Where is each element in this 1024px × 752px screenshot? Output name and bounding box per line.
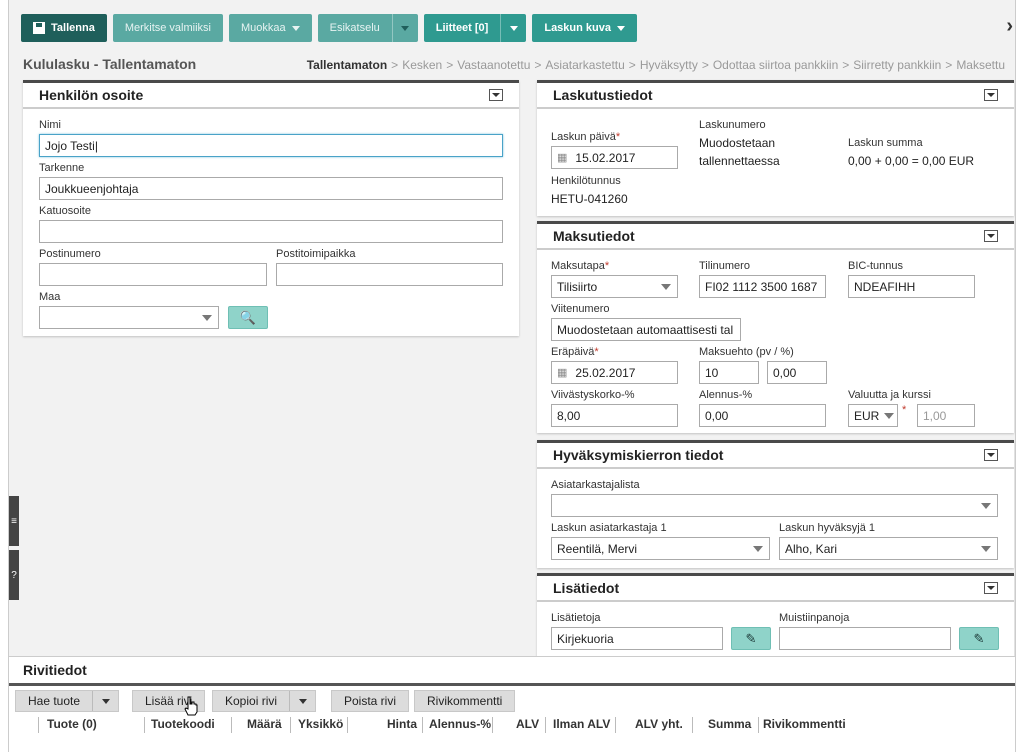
help-side-tab[interactable]: ? [9, 550, 19, 600]
chevron-down-icon [616, 25, 625, 31]
terms-percent-field[interactable]: 0,00 [767, 361, 827, 384]
zip-field[interactable] [39, 263, 267, 286]
column-header: Hinta [387, 717, 417, 731]
currency-select[interactable]: EUR [848, 404, 898, 427]
terms-days-field[interactable]: 10 [699, 361, 759, 384]
payment-panel: Maksutiedot Maksutapa* Tilisiirto Tilinu… [537, 221, 1014, 433]
pencil-icon: ✎ [745, 630, 757, 646]
floppy-icon [33, 22, 45, 34]
reference-field[interactable]: Muodostetaan automaattisesti tal [551, 318, 741, 341]
column-header: Tuotekoodi [151, 717, 215, 731]
panel-title: Henkilön osoite [39, 87, 144, 103]
hand-cursor-icon [184, 696, 198, 716]
page-title: Kululasku - Tallentamaton [23, 56, 197, 72]
calendar-icon: ▦ [557, 367, 568, 379]
search-button[interactable]: 🔍 [228, 306, 268, 329]
column-header: Tuote (0) [47, 717, 97, 731]
payment-method-select[interactable]: Tilisiirto [551, 275, 678, 298]
bic-field[interactable]: NDEAFIHH [848, 275, 975, 298]
toolbar: Tallenna Merkitse valmiiksi Muokkaa Esik… [21, 14, 637, 42]
hamburger-icon: ≡ [11, 515, 17, 527]
extra-info-panel: Lisätiedot Lisätietoja Kirjekuoria ✎ Mui… [537, 573, 1014, 663]
edit-info-button[interactable]: ✎ [731, 627, 771, 650]
calendar-icon: ▦ [557, 152, 568, 164]
due-date-field[interactable]: ▦ 25.02.2017 [551, 361, 678, 384]
edit-notes-button[interactable]: ✎ [959, 627, 999, 650]
attachments-dropdown[interactable] [500, 14, 526, 42]
collapse-icon[interactable] [984, 89, 998, 101]
collapse-icon[interactable] [984, 582, 998, 594]
invoice-date-field[interactable]: ▦ 15.02.2017 [551, 146, 678, 169]
column-header: Alennus-% [429, 717, 492, 731]
specifier-field[interactable]: Joukkueenjohtaja [39, 177, 503, 200]
save-button[interactable]: Tallenna [21, 14, 107, 42]
billing-panel: Laskutustiedot Laskun päivä* ▦ 15.02.2017… [537, 80, 1014, 216]
interest-field[interactable]: 8,00 [551, 404, 678, 427]
street-field[interactable] [39, 220, 503, 243]
column-header: Määrä [247, 717, 282, 731]
notes-field[interactable] [779, 627, 951, 650]
invoice-image-button[interactable]: Laskun kuva [532, 14, 637, 42]
column-header: Yksikkö [298, 717, 344, 731]
delete-row-button[interactable]: Poista rivi [331, 690, 410, 712]
search-icon: 🔍 [239, 309, 257, 325]
breadcrumb: Tallentamaton > Kesken > Vastaanotettu > As… [306, 58, 1005, 72]
preview-button[interactable]: Esikatselu [317, 14, 418, 42]
copy-row-button[interactable]: Kopioi rivi [212, 690, 317, 712]
copy-dropdown[interactable] [289, 691, 315, 711]
column-header: Summa [708, 717, 752, 731]
fetch-dropdown[interactable] [92, 691, 118, 711]
collapse-icon[interactable] [489, 89, 503, 101]
column-header: ALV [516, 717, 540, 731]
rows-title: Rivitiedot [23, 662, 87, 678]
menu-side-tab[interactable]: ≡ [9, 496, 19, 546]
rows-section: Rivitiedot Hae tuote Lisää rivi Kopioi r… [9, 656, 1015, 752]
address-panel: Henkilön osoite Nimi Jojo Testi | Tarkenn… [23, 80, 519, 336]
help-icon: ? [11, 569, 17, 581]
column-header: Ilman ALV [553, 717, 611, 731]
account-field[interactable]: FI02 1112 3500 1687 [699, 275, 826, 298]
additional-info-field[interactable]: Kirjekuoria [551, 627, 723, 650]
column-header: ALV yht. [635, 717, 683, 731]
chevron-down-icon [291, 25, 300, 31]
column-header: Rivikommentti [763, 717, 846, 731]
chevron-right-icon[interactable]: › [1006, 16, 1013, 36]
collapse-icon[interactable] [984, 230, 998, 242]
row-comment-button[interactable]: Rivikommentti [414, 690, 516, 712]
collapse-icon[interactable] [984, 449, 998, 461]
inspector-select[interactable]: Reentilä, Mervi [551, 537, 770, 560]
app-frame: Tallenna Merkitse valmiiksi Muokkaa Esik… [8, 0, 1016, 752]
attachments-button[interactable]: Liitteet [0] [423, 14, 527, 42]
mark-ready-button[interactable]: Merkitse valmiiksi [112, 14, 223, 42]
name-field[interactable]: Jojo Testi | [39, 134, 503, 157]
approver-select[interactable]: Alho, Kari [779, 537, 998, 560]
exchange-rate-field[interactable]: 1,00 [917, 404, 975, 427]
approval-panel: Hyväksymiskierron tiedot Asiatarkastajal… [537, 440, 1014, 568]
city-field[interactable] [276, 263, 503, 286]
country-select[interactable] [39, 306, 219, 329]
inspector-list-select[interactable] [551, 494, 998, 517]
discount-field[interactable]: 0,00 [699, 404, 826, 427]
pencil-icon: ✎ [973, 630, 985, 646]
fetch-product-button[interactable]: Hae tuote [15, 690, 120, 712]
edit-menu-button[interactable]: Muokkaa [229, 14, 312, 42]
preview-dropdown[interactable] [391, 14, 418, 42]
